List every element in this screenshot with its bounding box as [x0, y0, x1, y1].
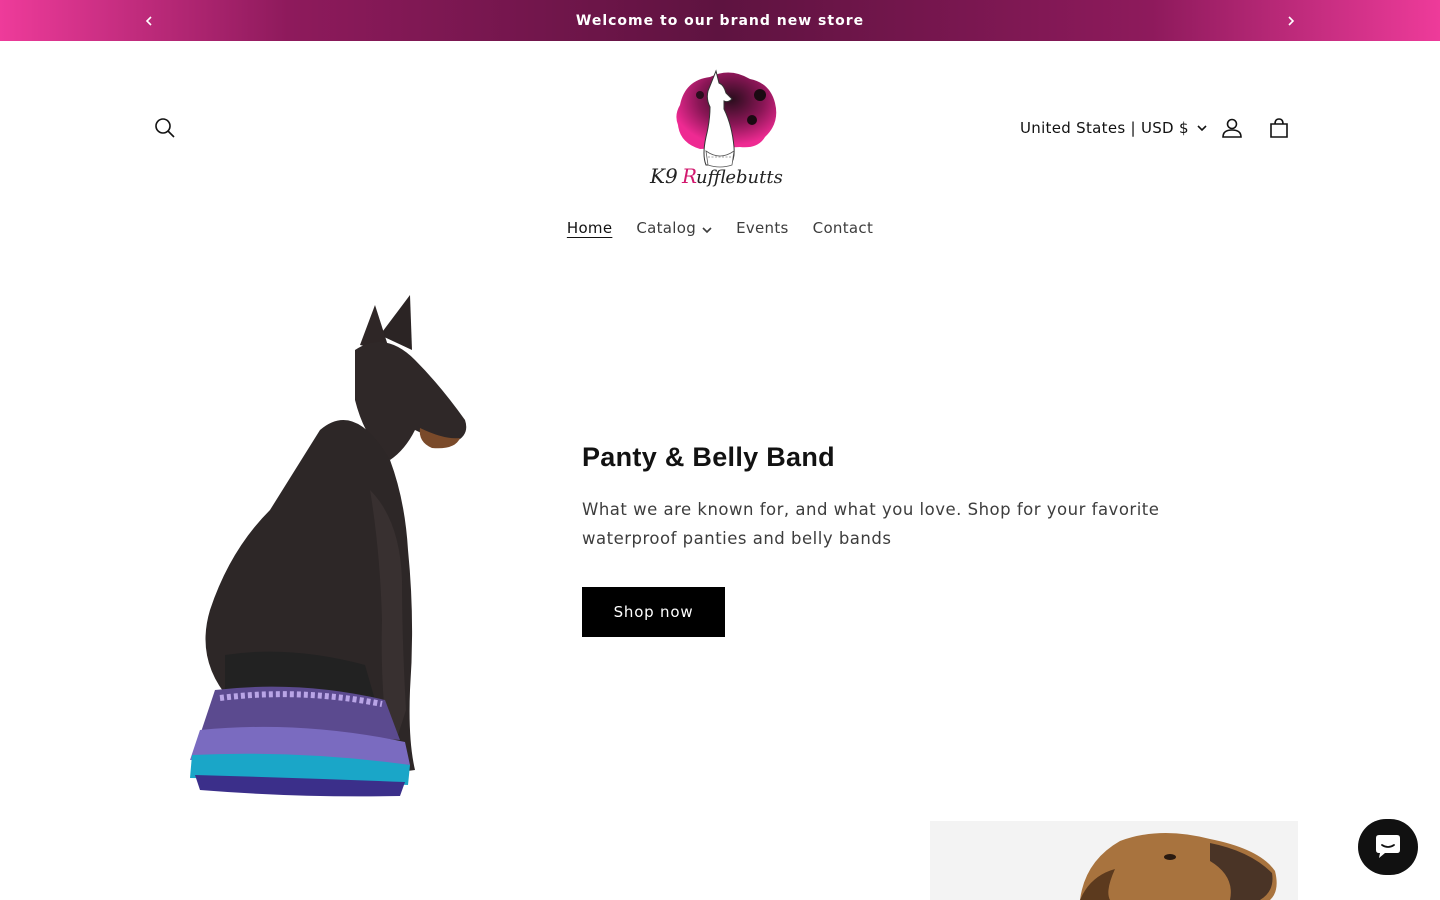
shop-now-button[interactable]: Shop now [582, 587, 725, 637]
announcement-text: Welcome to our brand new store [575, 12, 865, 29]
announcement-next-button[interactable] [1276, 0, 1306, 41]
search-icon [155, 118, 175, 138]
nav-item-contact[interactable]: Contact [801, 211, 885, 245]
hero-description: What we are known for, and what you love… [582, 500, 1160, 548]
main-navigation: Home Catalog Events Contact [0, 211, 1440, 245]
doberman-image [190, 295, 467, 797]
account-button[interactable] [1212, 108, 1252, 148]
site-logo[interactable]: K9 R ufflebutts [640, 65, 800, 195]
svg-text:K9: K9 [649, 164, 678, 188]
site-header: K9 R ufflebutts United States | USD $ Ho… [0, 41, 1440, 261]
nav-item-label: Events [736, 219, 789, 237]
chat-icon [1376, 835, 1400, 858]
section-image-bloodhound [930, 821, 1298, 900]
nav-item-label: Catalog [636, 219, 697, 237]
nav-item-label: Contact [812, 219, 874, 237]
announcement-bar: Welcome to our brand new store [0, 0, 1440, 41]
account-icon [1222, 118, 1242, 138]
chat-button[interactable] [1358, 819, 1418, 875]
nav-item-catalog[interactable]: Catalog [624, 211, 724, 245]
search-button[interactable] [145, 108, 185, 148]
hero-content: Panty & Belly Band What we are known for… [582, 442, 1242, 637]
cart-icon [1270, 118, 1288, 138]
hero-product-image [170, 290, 490, 800]
logo-dog-icon: K9 R ufflebutts [649, 69, 783, 188]
cart-button[interactable] [1259, 108, 1299, 148]
chevron-left-icon [145, 15, 152, 26]
hero-title: Panty & Belly Band [582, 442, 835, 472]
chevron-down-icon [1197, 125, 1207, 132]
svg-text:ufflebutts: ufflebutts [696, 167, 783, 188]
svg-text:R: R [681, 164, 697, 188]
country-currency-selector[interactable]: United States | USD $ [1020, 108, 1207, 148]
announcement-prev-button[interactable] [134, 0, 164, 41]
chevron-right-icon [1288, 15, 1295, 26]
chevron-down-icon [702, 226, 712, 233]
locale-label: United States | USD $ [1020, 119, 1189, 137]
nav-item-label: Home [566, 219, 613, 237]
nav-item-home[interactable]: Home [555, 211, 625, 245]
nav-item-events[interactable]: Events [724, 211, 801, 245]
bloodhound-image [1080, 832, 1277, 900]
